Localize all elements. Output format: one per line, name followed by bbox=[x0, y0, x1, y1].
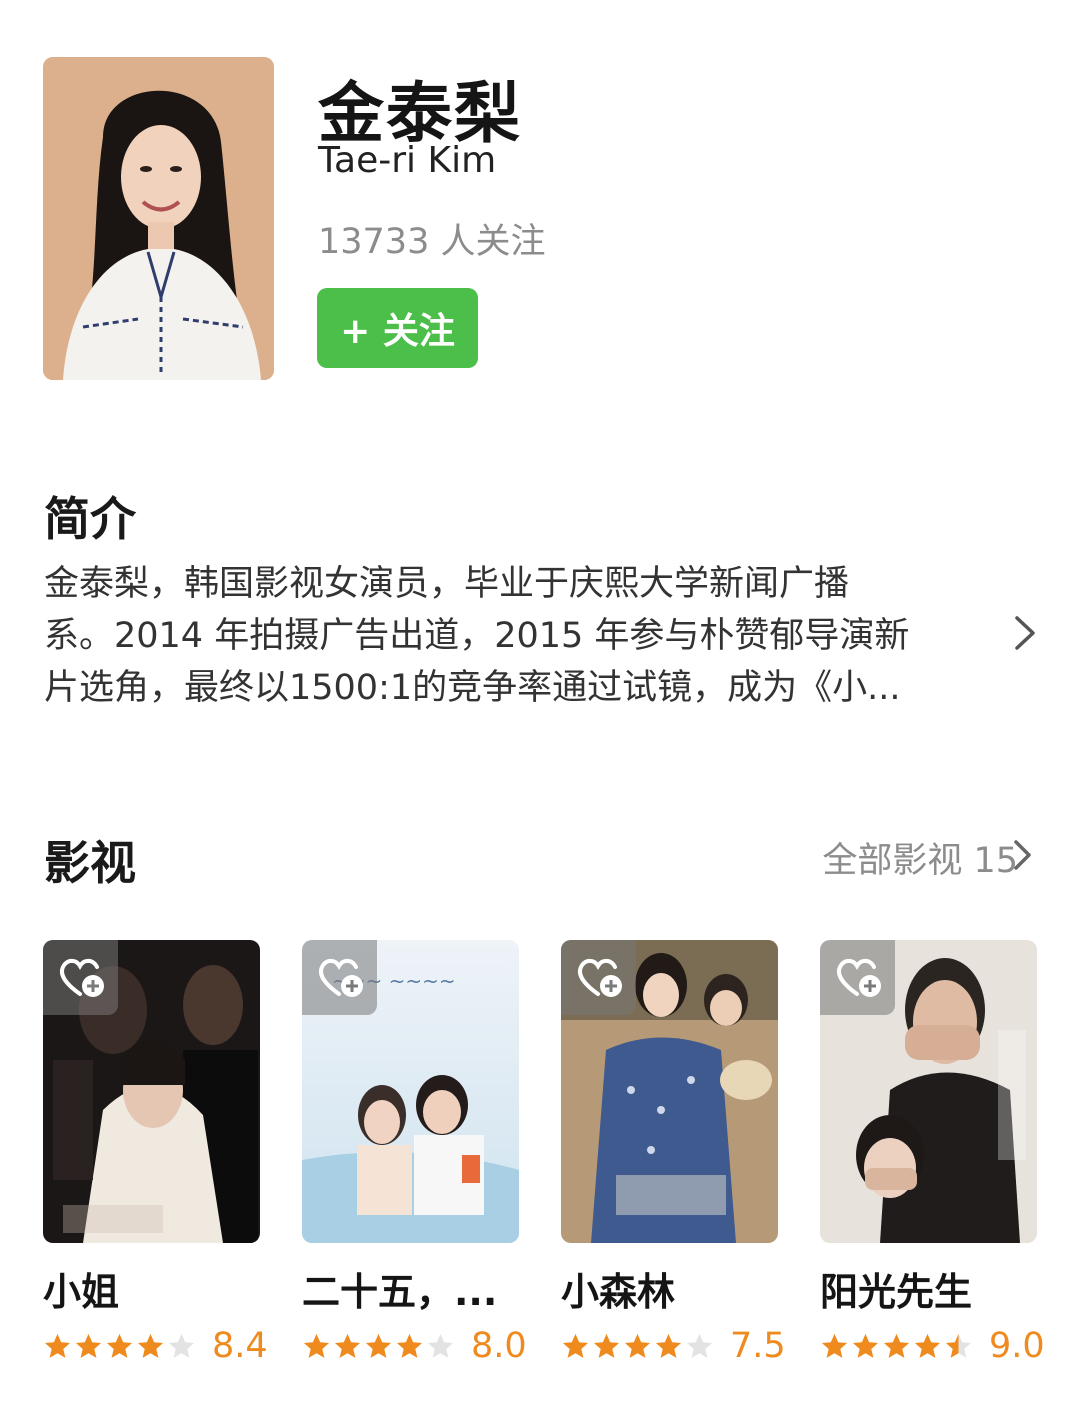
film-score: 9.0 bbox=[989, 1326, 1045, 1366]
film-rating: 8.4 bbox=[43, 1326, 268, 1366]
star-icon bbox=[821, 1333, 848, 1358]
actor-photo bbox=[43, 57, 274, 380]
star-rating bbox=[820, 1332, 975, 1361]
intro-line: 片选角，最终以1500:1的竞争率通过试镜，成为《小... bbox=[44, 668, 901, 708]
star-icon bbox=[914, 1333, 941, 1358]
follower-count: 13733 人关注 bbox=[318, 222, 546, 262]
intro-line: 金泰梨，韩国影视女演员，毕业于庆熙大学新闻广播 bbox=[44, 564, 850, 604]
favorite-button[interactable] bbox=[302, 940, 377, 1015]
follow-button[interactable]: + 关注 bbox=[317, 288, 478, 368]
film-poster[interactable] bbox=[561, 940, 778, 1243]
star-icon bbox=[75, 1333, 102, 1358]
star-rating bbox=[43, 1332, 198, 1361]
star-icon bbox=[562, 1333, 589, 1358]
film-card[interactable]: 小姐 8.4 bbox=[43, 940, 268, 1366]
film-rating: 7.5 bbox=[561, 1326, 786, 1366]
star-icon bbox=[396, 1333, 423, 1358]
star-rating bbox=[302, 1332, 457, 1361]
film-title: 小森林 bbox=[561, 1270, 676, 1314]
star-icon bbox=[365, 1333, 392, 1358]
film-poster[interactable]: ~~~ ~~~~ bbox=[302, 940, 519, 1243]
heart-plus-icon bbox=[319, 958, 363, 997]
chevron-right-icon[interactable] bbox=[1010, 836, 1036, 874]
star-icon bbox=[945, 1333, 972, 1358]
heart-plus-icon bbox=[578, 958, 622, 997]
film-card[interactable]: 阳光先生 9.0 bbox=[820, 940, 1045, 1366]
star-icon bbox=[303, 1333, 330, 1358]
all-films-link[interactable]: 全部影视 15 bbox=[822, 832, 1018, 883]
film-title: 小姐 bbox=[43, 1270, 120, 1314]
star-icon bbox=[106, 1333, 133, 1358]
star-icon bbox=[137, 1333, 164, 1358]
actor-name-english: Tae-ri Kim bbox=[318, 140, 497, 181]
star-icon bbox=[883, 1333, 910, 1358]
star-icon bbox=[852, 1333, 879, 1358]
star-icon bbox=[168, 1333, 195, 1358]
star-icon bbox=[655, 1333, 682, 1358]
film-rating: 9.0 bbox=[820, 1326, 1045, 1366]
intro-line: 系。2014 年拍摄广告出道，2015 年参与朴赞郁导演新 bbox=[44, 616, 910, 656]
film-title: 二十五，... bbox=[302, 1270, 498, 1314]
favorite-button[interactable] bbox=[43, 940, 118, 1015]
star-icon bbox=[334, 1333, 361, 1358]
favorite-button[interactable] bbox=[561, 940, 636, 1015]
heart-plus-icon bbox=[837, 958, 881, 997]
film-card[interactable]: ~~~ ~~~~ 二十五，... 8.0 bbox=[302, 940, 527, 1366]
star-icon bbox=[44, 1333, 71, 1358]
film-score: 7.5 bbox=[730, 1326, 786, 1366]
star-icon bbox=[427, 1333, 454, 1358]
chevron-right-icon[interactable] bbox=[1005, 610, 1045, 656]
films-section-title: 影视 bbox=[44, 836, 136, 890]
film-card[interactable]: 小森林 7.5 bbox=[561, 940, 786, 1366]
film-score: 8.0 bbox=[471, 1326, 527, 1366]
intro-text[interactable]: 金泰梨，韩国影视女演员，毕业于庆熙大学新闻广播 系。2014 年拍摄广告出道，2… bbox=[44, 558, 966, 714]
heart-plus-icon bbox=[60, 958, 104, 997]
star-icon bbox=[686, 1333, 713, 1358]
intro-title: 简介 bbox=[44, 492, 136, 546]
film-rating: 8.0 bbox=[302, 1326, 527, 1366]
film-poster[interactable] bbox=[43, 940, 260, 1243]
star-icon bbox=[624, 1333, 651, 1358]
film-title: 阳光先生 bbox=[820, 1270, 973, 1314]
favorite-button[interactable] bbox=[820, 940, 895, 1015]
star-icon bbox=[593, 1333, 620, 1358]
film-poster[interactable] bbox=[820, 940, 1037, 1243]
star-rating bbox=[561, 1332, 716, 1361]
film-score: 8.4 bbox=[212, 1326, 268, 1366]
